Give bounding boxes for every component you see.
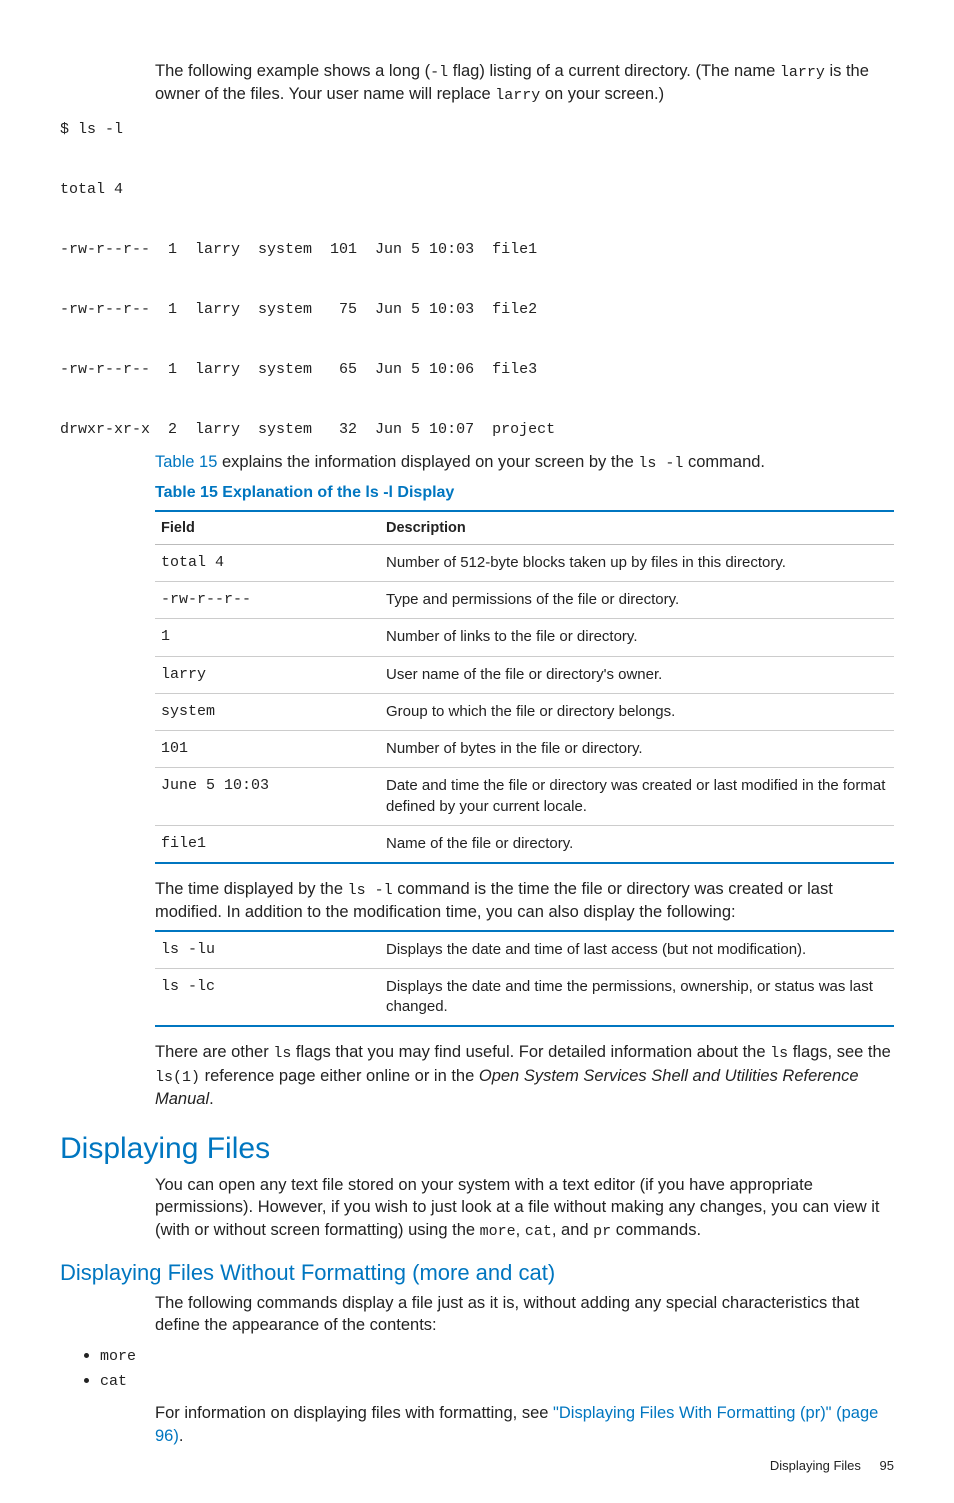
th-field: Field <box>155 511 380 545</box>
text: commands. <box>611 1221 701 1239</box>
inline-code: -l <box>430 64 448 81</box>
text: flag) listing of a current directory. (T… <box>448 62 780 80</box>
inline-code: larry <box>495 87 540 104</box>
page-footer: Displaying Files 95 <box>770 1458 894 1473</box>
cell-desc: Number of links to the file or directory… <box>380 619 894 656</box>
cell-desc: Displays the date and time the permissio… <box>380 968 894 1026</box>
cell-desc: Type and permissions of the file or dire… <box>380 582 894 619</box>
footer-title: Displaying Files <box>770 1458 861 1473</box>
command-list: more cat <box>100 1346 894 1390</box>
inline-code: cat <box>525 1223 552 1240</box>
text: For information on displaying files with… <box>155 1404 553 1422</box>
inline-code: more <box>100 1348 136 1365</box>
text: . <box>209 1090 214 1108</box>
page-number: 95 <box>880 1458 894 1473</box>
text: flags that you may find useful. For deta… <box>291 1043 770 1061</box>
cell-field: June 5 10:03 <box>155 768 380 826</box>
text: command. <box>683 453 765 471</box>
cell-field: ls -lu <box>155 931 380 969</box>
displaying-files-paragraph: You can open any text file stored on you… <box>155 1174 894 1242</box>
without-formatting-paragraph: The following commands display a file ju… <box>155 1292 894 1337</box>
text: on your screen.) <box>540 85 664 103</box>
ls-output-block: $ ls -l total 4 -rw-r--r-- 1 larry syste… <box>60 115 894 445</box>
text: The time displayed by the <box>155 880 348 898</box>
text: . <box>179 1427 184 1445</box>
cell-desc: Number of bytes in the file or directory… <box>380 731 894 768</box>
table-row: -rw-r--r--Type and permissions of the fi… <box>155 582 894 619</box>
inline-code: cat <box>100 1373 127 1390</box>
cell-desc: Name of the file or directory. <box>380 825 894 863</box>
time-paragraph: The time displayed by the ls -l command … <box>155 878 894 924</box>
inline-code: pr <box>593 1223 611 1240</box>
cell-field: 101 <box>155 731 380 768</box>
cell-desc: Displays the date and time of last acces… <box>380 931 894 969</box>
cell-field: system <box>155 693 380 730</box>
table-ref-link[interactable]: Table 15 <box>155 453 217 471</box>
text: reference page either online or in the <box>200 1067 479 1085</box>
table-15: Field Description total 4Number of 512-b… <box>155 510 894 864</box>
cell-field: total 4 <box>155 544 380 581</box>
inline-code: larry <box>780 64 825 81</box>
cell-field: 1 <box>155 619 380 656</box>
text: flags, see the <box>788 1043 891 1061</box>
other-flags-paragraph: There are other ls flags that you may fi… <box>155 1041 894 1110</box>
list-item: more <box>100 1346 894 1365</box>
list-item: cat <box>100 1371 894 1390</box>
text: There are other <box>155 1043 273 1061</box>
table-row: ls -lcDisplays the date and time the per… <box>155 968 894 1026</box>
table-row: ls -luDisplays the date and time of last… <box>155 931 894 969</box>
inline-code: more <box>480 1223 516 1240</box>
cell-field: file1 <box>155 825 380 863</box>
text: , and <box>552 1221 593 1239</box>
see-also-paragraph: For information on displaying files with… <box>155 1402 894 1447</box>
inline-code: ls <box>273 1045 291 1062</box>
text: , <box>516 1221 525 1239</box>
section-displaying-files: Displaying Files <box>60 1132 894 1166</box>
table-row: 101Number of bytes in the file or direct… <box>155 731 894 768</box>
cell-field: -rw-r--r-- <box>155 582 380 619</box>
cell-desc: Group to which the file or directory bel… <box>380 693 894 730</box>
options-table: ls -luDisplays the date and time of last… <box>155 930 894 1028</box>
cell-desc: User name of the file or directory's own… <box>380 656 894 693</box>
table-row: larryUser name of the file or directory'… <box>155 656 894 693</box>
inline-code: ls -l <box>348 882 393 899</box>
cell-desc: Number of 512-byte blocks taken up by fi… <box>380 544 894 581</box>
cell-field: ls -lc <box>155 968 380 1026</box>
cell-field: larry <box>155 656 380 693</box>
inline-code: ls(1) <box>155 1069 200 1086</box>
intro-paragraph: The following example shows a long (-l f… <box>155 60 894 107</box>
inline-code: ls <box>770 1045 788 1062</box>
inline-code: ls -l <box>638 455 683 472</box>
cell-desc: Date and time the file or directory was … <box>380 768 894 826</box>
after-code-paragraph: Table 15 explains the information displa… <box>155 451 894 474</box>
th-description: Description <box>380 511 894 545</box>
table-row: systemGroup to which the file or directo… <box>155 693 894 730</box>
text: explains the information displayed on yo… <box>217 453 638 471</box>
table-row: June 5 10:03Date and time the file or di… <box>155 768 894 826</box>
table-15-caption: Table 15 Explanation of the ls -l Displa… <box>155 484 894 502</box>
table-row: total 4Number of 512-byte blocks taken u… <box>155 544 894 581</box>
table-row: 1Number of links to the file or director… <box>155 619 894 656</box>
text: The following example shows a long ( <box>155 62 430 80</box>
subsection-without-formatting: Displaying Files Without Formatting (mor… <box>60 1260 894 1286</box>
table-row: file1Name of the file or directory. <box>155 825 894 863</box>
